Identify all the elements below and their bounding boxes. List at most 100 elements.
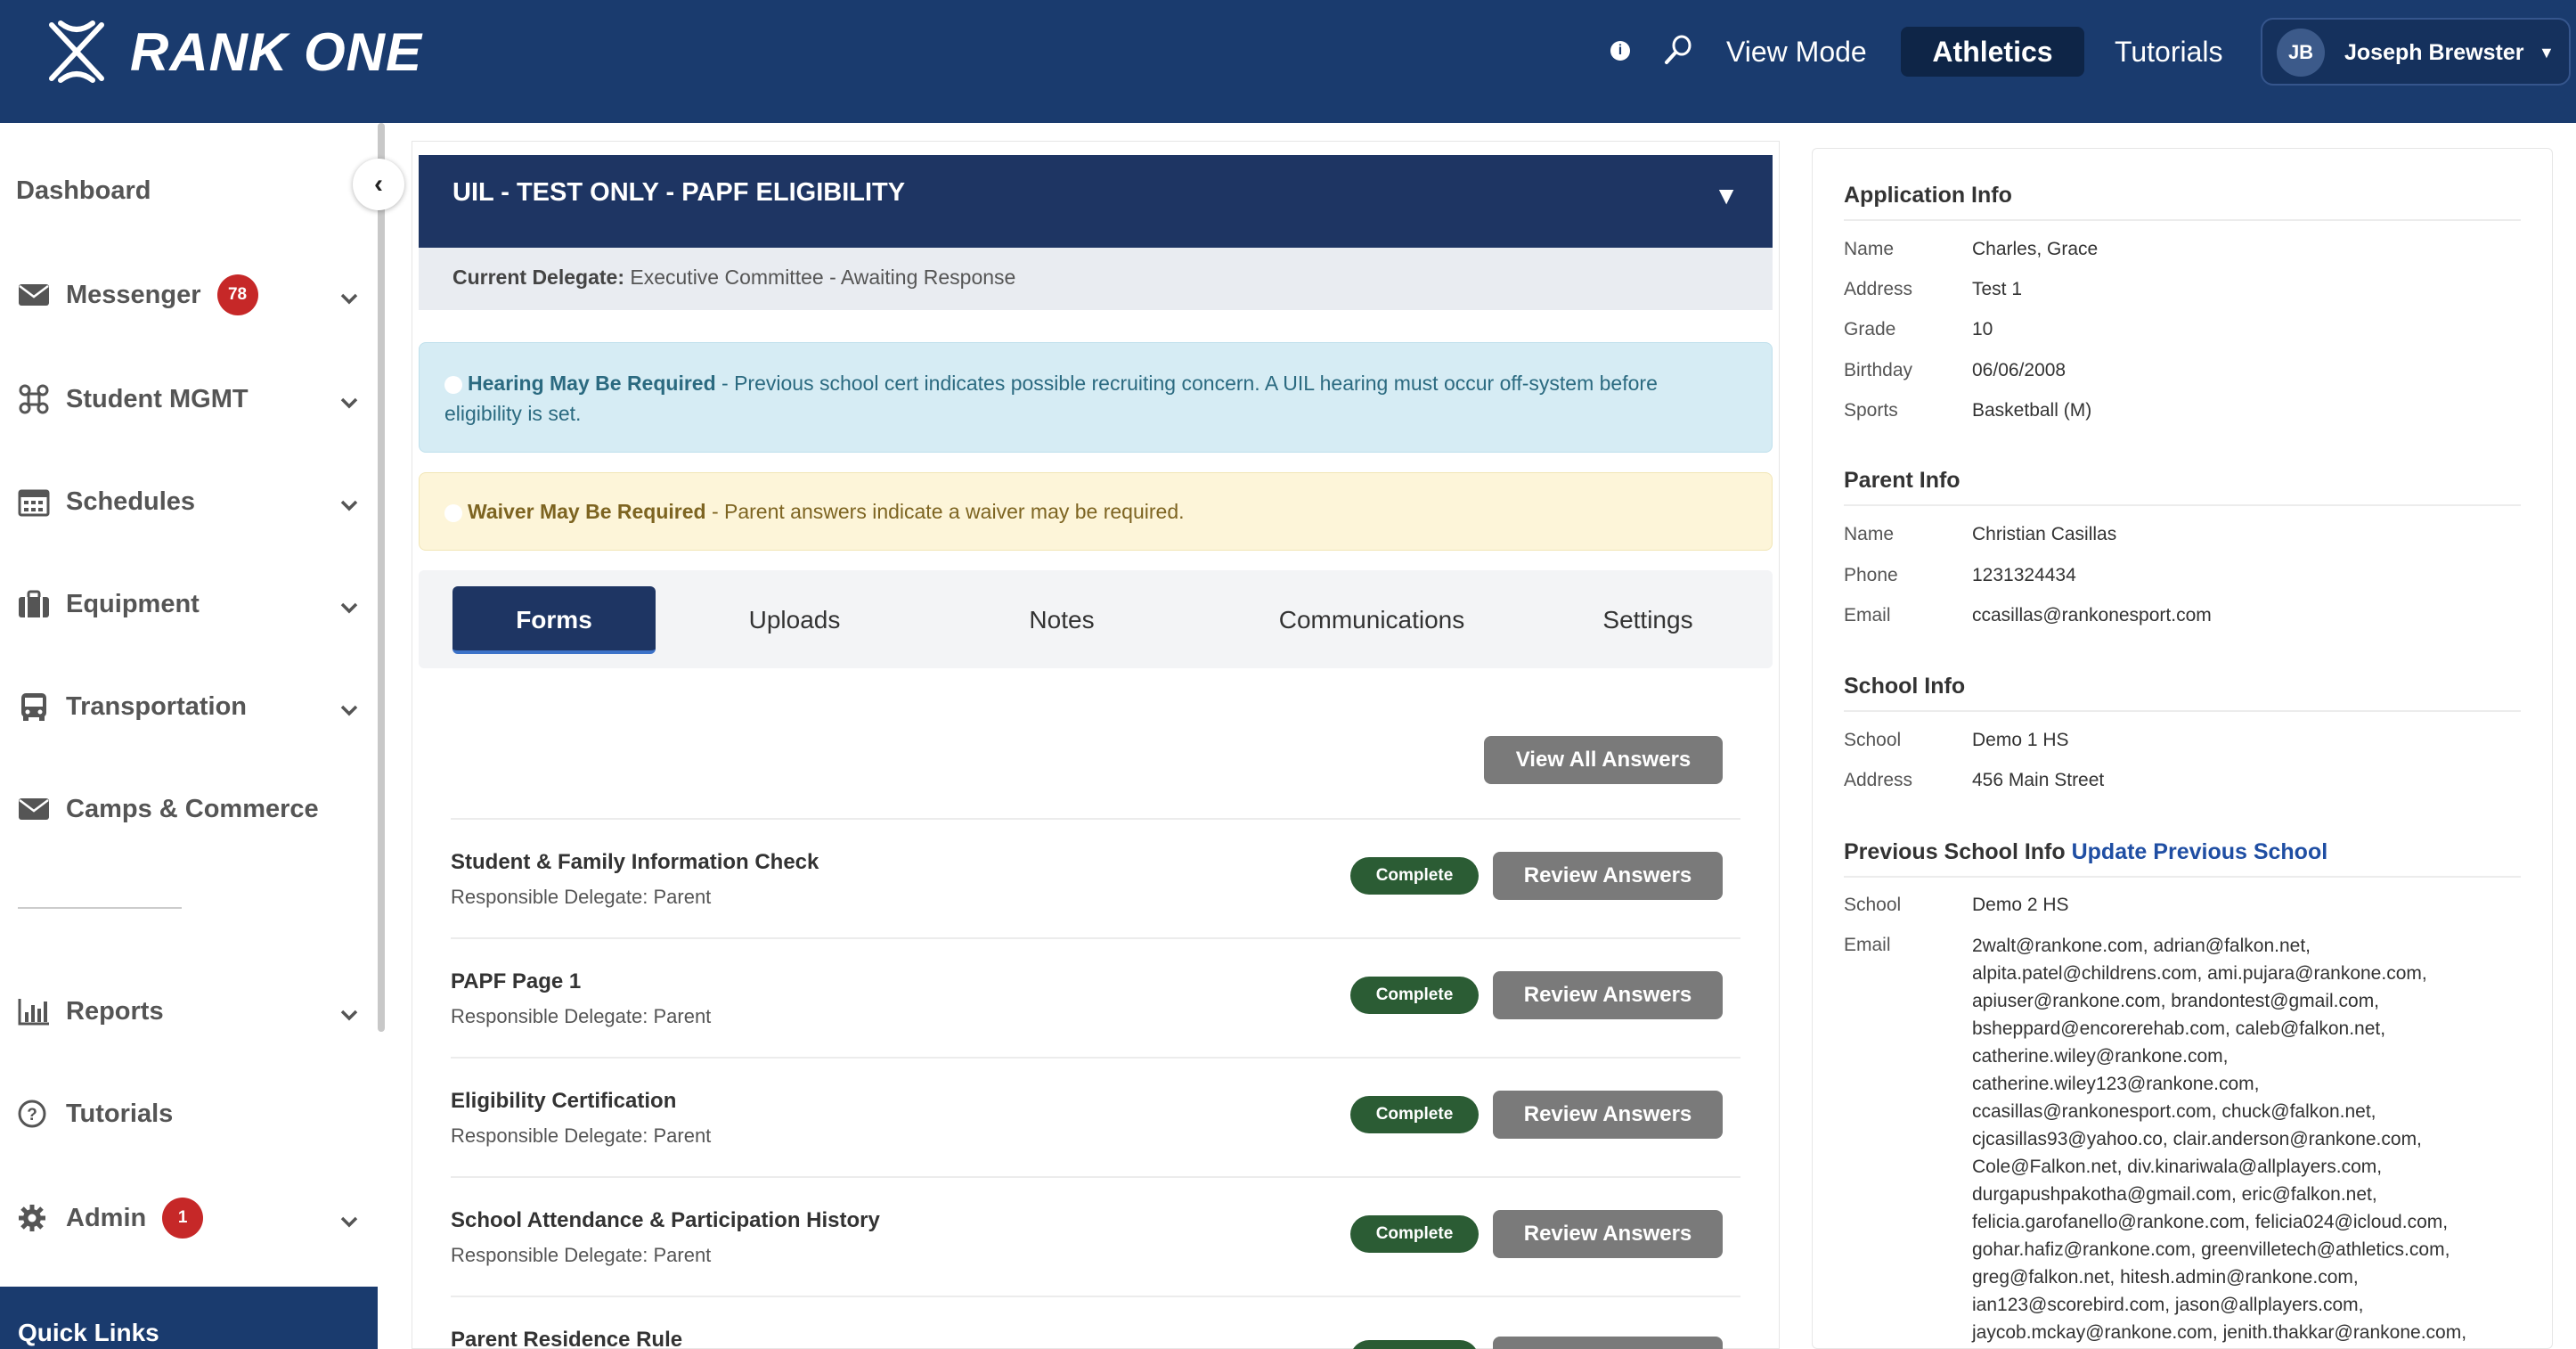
- sidebar-item-reports[interactable]: Reports: [16, 989, 164, 1034]
- quick-links-header[interactable]: Quick Links: [0, 1287, 378, 1349]
- athletics-link[interactable]: Athletics: [1901, 27, 2084, 77]
- sidebar-item-label: Tutorials: [66, 1099, 174, 1128]
- email-line: Cole@Falkon.net, div.kinariwala@allplaye…: [1972, 1157, 2383, 1177]
- hearing-alert-title: Hearing May Be Required: [468, 372, 716, 395]
- bar-chart-icon: [16, 995, 52, 1027]
- info-value: Demo 2 HS: [1972, 895, 2069, 915]
- info-label: Address: [1844, 279, 1913, 299]
- email-line: felicia.garofanello@rankone.com, felicia…: [1972, 1212, 2449, 1232]
- unread-count-badge: 78: [216, 274, 258, 315]
- form-delegate: Responsible Delegate: Parent: [451, 1124, 712, 1147]
- sidebar-divider: [18, 907, 182, 909]
- waiver-alert: i Waiver May Be Required - Parent answers…: [419, 472, 1773, 551]
- email-line: bsheppard@encorerehab.com, caleb@falkon.…: [1972, 1018, 2386, 1039]
- sidebar-item-label: Schedules: [66, 486, 196, 516]
- delegate-value: Executive Committee - Awaiting Response: [630, 266, 1016, 289]
- avatar: JB: [2277, 29, 2325, 77]
- sidebar-item-label: Student MGMT: [66, 384, 249, 413]
- email-line: ccasillas@rankonesport.com, chuck@falkon…: [1972, 1101, 2376, 1122]
- sidebar-scrollbar[interactable]: [378, 123, 385, 1032]
- info-label: Name: [1844, 239, 1895, 259]
- form-name: Student & Family Information Check: [451, 850, 819, 874]
- rank-one-logo[interactable]: RANK ONE: [41, 16, 422, 87]
- chevron-down-icon[interactable]: [337, 698, 362, 723]
- form-row: Parent Residence Rule Complete Review An…: [451, 1296, 1740, 1349]
- email-line: durgapushpakotha@gmail.com, eric@falkon.…: [1972, 1184, 2377, 1205]
- status-badge: Complete: [1350, 1340, 1479, 1349]
- info-icon: i: [444, 376, 462, 394]
- tab-notes[interactable]: Notes: [999, 586, 1124, 654]
- form-delegate: Responsible Delegate: Parent: [451, 1005, 712, 1027]
- info-icon: i: [444, 504, 462, 522]
- delegate-label: Current Delegate:: [452, 266, 624, 289]
- chevron-down-icon[interactable]: [337, 286, 362, 311]
- review-answers-button[interactable]: Review Answers: [1493, 1091, 1723, 1139]
- sidebar-item-dashboard[interactable]: Dashboard: [16, 168, 151, 213]
- review-answers-button[interactable]: Review Answers: [1493, 852, 1723, 900]
- info-label: Phone: [1844, 565, 1898, 585]
- view-mode-link[interactable]: View Mode: [1726, 27, 1867, 77]
- info-value: 1231324434: [1972, 565, 2076, 585]
- info-icon[interactable]: i: [1610, 41, 1630, 61]
- user-name: Joseph Brewster: [2344, 40, 2524, 65]
- chevron-down-icon[interactable]: [337, 595, 362, 620]
- tutorials-link[interactable]: Tutorials: [2115, 27, 2223, 77]
- info-label: Name: [1844, 524, 1895, 544]
- email-line: apiuser@rankone.com, brandontest@gmail.c…: [1972, 991, 2380, 1011]
- sidebar-item-camps-commerce[interactable]: Camps & Commerce: [16, 787, 319, 831]
- update-previous-school-link[interactable]: Update Previous School: [2072, 839, 2328, 864]
- review-answers-button[interactable]: Review Answers: [1493, 1210, 1723, 1258]
- user-menu[interactable]: JB Joseph Brewster ▼: [2261, 18, 2571, 86]
- info-label: Email: [1844, 935, 1891, 955]
- chevron-down-icon[interactable]: [337, 1002, 362, 1027]
- sidebar-item-equipment[interactable]: Equipment: [16, 582, 200, 626]
- view-all-answers-button[interactable]: View All Answers: [1484, 736, 1723, 784]
- email-line: 2walt@rankone.com, adrian@falkon.net,: [1972, 936, 2311, 956]
- info-value: Basketball (M): [1972, 400, 2092, 421]
- tab-settings[interactable]: Settings: [1577, 586, 1719, 654]
- info-value: ccasillas@rankonesport.com: [1972, 605, 2212, 625]
- form-row: Student & Family Information Check Respo…: [451, 818, 1740, 937]
- info-value: Charles, Grace: [1972, 239, 2099, 259]
- tab-uploads[interactable]: Uploads: [705, 586, 884, 654]
- collapse-sidebar-button[interactable]: ‹: [353, 159, 404, 210]
- sidebar-item-label: Equipment: [66, 589, 200, 618]
- envelope-icon: [16, 793, 52, 825]
- question-circle-icon: ?: [16, 1098, 52, 1130]
- sidebar-item-label: Dashboard: [16, 176, 151, 205]
- info-label: Birthday: [1844, 360, 1913, 380]
- application-tabs: Forms Uploads Notes Communications Setti…: [419, 570, 1773, 668]
- sidebar-item-transportation[interactable]: Transportation: [16, 684, 247, 729]
- status-badge: Complete: [1350, 857, 1479, 895]
- previous-school-emails: 2walt@rankone.com, adrian@falkon.net, al…: [1972, 932, 2524, 1346]
- application-title-bar[interactable]: UIL - TEST ONLY - PAPF ELIGIBILITY ▼: [419, 155, 1773, 248]
- form-row: Eligibility Certification Responsible De…: [451, 1057, 1740, 1176]
- sidebar-item-student-mgmt[interactable]: Student MGMT: [16, 377, 249, 421]
- email-line: catherine.wiley123@rankone.com,: [1972, 1074, 2260, 1094]
- logo-text: RANK ONE: [130, 21, 423, 82]
- triangle-down-icon[interactable]: ▼: [1714, 182, 1739, 210]
- info-label: School: [1844, 730, 1902, 750]
- form-row: PAPF Page 1 Responsible Delegate: Parent…: [451, 937, 1740, 1057]
- section-divider: [1844, 504, 2521, 506]
- review-answers-button[interactable]: Review Answers: [1493, 1337, 1723, 1349]
- tab-communications[interactable]: Communications: [1238, 586, 1505, 654]
- tab-forms[interactable]: Forms: [452, 586, 656, 654]
- section-divider: [1844, 710, 2521, 712]
- bus-icon: [16, 691, 52, 723]
- sidebar-item-schedules[interactable]: Schedules: [16, 479, 195, 524]
- review-answers-button[interactable]: Review Answers: [1493, 971, 1723, 1019]
- info-label: Grade: [1844, 319, 1896, 339]
- email-line: catherine.wiley@rankone.com,: [1972, 1046, 2229, 1067]
- sidebar-item-messenger[interactable]: Messenger 78: [16, 273, 258, 317]
- info-value: 10: [1972, 319, 1993, 339]
- form-row: School Attendance & Participation Histor…: [451, 1176, 1740, 1296]
- form-name: PAPF Page 1: [451, 969, 582, 993]
- sidebar-item-admin[interactable]: Admin 1: [16, 1196, 204, 1240]
- racket-icon[interactable]: [1662, 34, 1694, 66]
- sidebar-item-tutorials[interactable]: ? Tutorials: [16, 1091, 173, 1136]
- chevron-down-icon[interactable]: [337, 493, 362, 518]
- parent-info-title: Parent Info: [1844, 468, 1961, 493]
- chevron-down-icon[interactable]: [337, 390, 362, 415]
- chevron-down-icon[interactable]: [337, 1209, 362, 1234]
